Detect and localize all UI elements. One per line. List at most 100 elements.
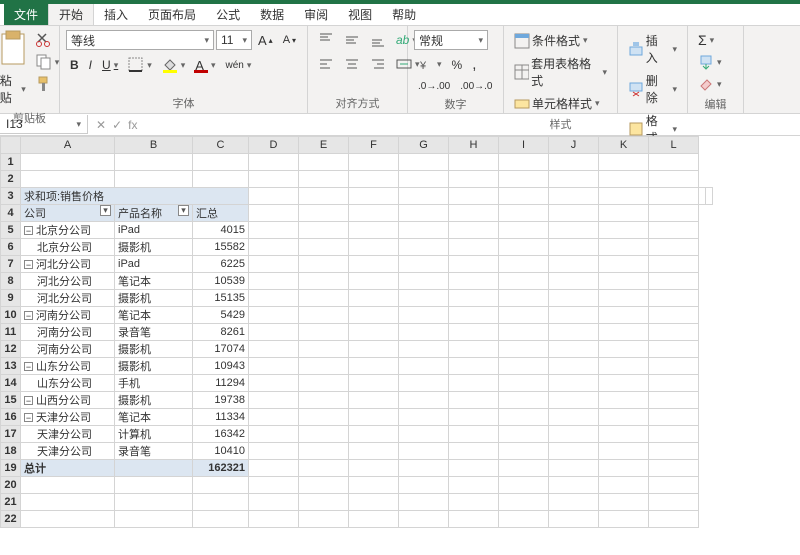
cell[interactable] [249,154,299,171]
cell[interactable] [649,171,699,188]
cell[interactable] [299,239,349,256]
pivot-product[interactable]: 手机 [115,375,193,392]
cell[interactable] [499,324,549,341]
cell[interactable] [115,494,193,511]
cell[interactable] [549,358,599,375]
cell[interactable] [499,171,549,188]
tab-layout[interactable]: 页面布局 [138,4,206,25]
cell[interactable] [599,273,649,290]
pivot-company[interactable]: − 北京分公司 [21,222,115,239]
tab-formula[interactable]: 公式 [206,4,250,25]
cell[interactable] [499,375,549,392]
align-middle-button[interactable] [340,30,364,50]
cell[interactable] [699,188,706,205]
cell[interactable] [249,324,299,341]
pivot-value[interactable]: 16342 [193,426,249,443]
cell[interactable] [21,477,115,494]
phonetic-button[interactable]: wén▾ [221,58,255,73]
cell[interactable] [449,154,499,171]
cell[interactable] [599,392,649,409]
cell[interactable] [649,494,699,511]
cell[interactable] [599,171,649,188]
cell[interactable] [649,358,699,375]
tab-review[interactable]: 审阅 [294,4,338,25]
cell[interactable] [249,341,299,358]
pivot-value[interactable]: 8261 [193,324,249,341]
cell[interactable] [299,256,349,273]
cell[interactable] [299,273,349,290]
cell[interactable] [649,341,699,358]
cell[interactable] [349,443,399,460]
cell[interactable] [249,443,299,460]
cell[interactable] [549,494,599,511]
pivot-value[interactable]: 10410 [193,443,249,460]
pivot-product[interactable]: 计算机 [115,426,193,443]
cell[interactable] [249,477,299,494]
pivot-company[interactable]: 北京分公司 [21,239,115,256]
cell[interactable] [299,358,349,375]
pivot-value[interactable]: 10943 [193,358,249,375]
pivot-value[interactable]: 10539 [193,273,249,290]
paste-button[interactable]: 粘贴▾ [0,70,30,108]
pivot-product[interactable]: 摄影机 [115,392,193,409]
cell[interactable] [599,205,649,222]
formula-input[interactable] [145,123,800,127]
row-header[interactable]: 5 [1,222,21,239]
pivot-total-value[interactable]: 162321 [193,460,249,477]
number-format-combo[interactable]: 常规▾ [414,30,488,50]
tab-help[interactable]: 帮助 [382,4,426,25]
cell[interactable] [449,375,499,392]
cell[interactable] [249,494,299,511]
pivot-company[interactable]: − 河北分公司 [21,256,115,273]
cut-button[interactable] [32,30,64,50]
cell[interactable] [349,273,399,290]
cell[interactable] [549,426,599,443]
cell[interactable] [706,188,713,205]
pivot-company[interactable]: − 天津分公司 [21,409,115,426]
cell[interactable] [299,171,349,188]
cell[interactable] [449,239,499,256]
cell[interactable] [21,171,115,188]
pivot-company[interactable]: 天津分公司 [21,426,115,443]
align-top-button[interactable] [314,30,338,50]
cell[interactable] [499,307,549,324]
pivot-product[interactable]: iPad [115,222,193,239]
cell[interactable] [349,205,399,222]
cell[interactable] [599,239,649,256]
cell[interactable] [449,256,499,273]
cell[interactable] [349,460,399,477]
cell[interactable] [649,477,699,494]
cell[interactable] [349,290,399,307]
row-header[interactable]: 9 [1,290,21,307]
pivot-company[interactable]: 山东分公司 [21,375,115,392]
cell-style-button[interactable]: 单元格样式▾ [510,93,604,114]
worksheet-grid[interactable]: ABCDEFGHIJKL 123求和项:销售价格4公司▾产品名称▾汇总5− 北京… [0,136,800,555]
increase-font-button[interactable]: A▴ [254,30,277,50]
conditional-format-button[interactable]: 条件格式▾ [510,30,592,51]
row-header[interactable]: 20 [1,477,21,494]
cell[interactable] [299,341,349,358]
cell[interactable] [249,273,299,290]
cell[interactable] [115,477,193,494]
cell[interactable] [399,358,449,375]
cell[interactable] [249,426,299,443]
cell[interactable] [449,222,499,239]
decrease-decimal-button[interactable]: .00→.0 [456,79,496,94]
cell[interactable] [299,460,349,477]
cell[interactable] [399,154,449,171]
tab-file[interactable]: 文件 [4,4,48,25]
increase-decimal-button[interactable]: .0→.00 [414,79,454,94]
cell[interactable] [599,494,649,511]
pivot-value[interactable]: 11334 [193,409,249,426]
cell[interactable] [249,307,299,324]
pivot-company[interactable]: 河北分公司 [21,273,115,290]
cell[interactable] [549,171,599,188]
cell[interactable] [449,171,499,188]
cell[interactable] [115,171,193,188]
cell[interactable] [349,511,399,528]
cell[interactable] [349,392,399,409]
row-header[interactable]: 14 [1,375,21,392]
cell[interactable] [549,256,599,273]
cell[interactable] [21,154,115,171]
cell[interactable] [299,426,349,443]
